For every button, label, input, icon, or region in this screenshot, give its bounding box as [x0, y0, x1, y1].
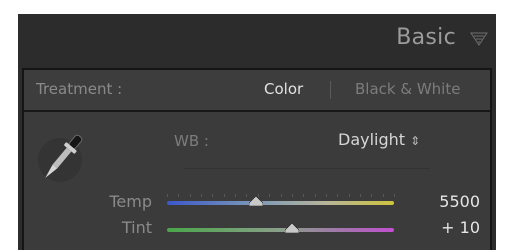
collapse-triangle-icon[interactable]: [470, 32, 488, 46]
temp-scale-tick: [257, 194, 259, 197]
wb-preset-select[interactable]: Daylight ⇕: [338, 130, 420, 149]
temp-value[interactable]: 5500: [420, 192, 480, 211]
wb-label: WB :: [174, 132, 209, 150]
eyedropper-icon[interactable]: [38, 128, 86, 188]
temp-scale-tick: [348, 194, 350, 197]
temp-scale-tick: [212, 194, 214, 197]
temp-scale-tick: [178, 194, 180, 197]
temp-scale-tick: [325, 194, 327, 197]
temp-scale-tick: [314, 194, 316, 197]
temp-scale-tick: [337, 194, 339, 197]
temp-scale-tick: [246, 194, 248, 197]
temp-scale-tick: [201, 194, 203, 197]
temp-scale-tick: [189, 194, 191, 197]
treatment-divider: [330, 81, 331, 99]
temp-scale-tick: [382, 194, 384, 197]
up-down-arrows-icon: ⇕: [410, 134, 421, 148]
temp-scale-tick: [291, 194, 293, 197]
tint-slider-thumb[interactable]: [284, 223, 299, 233]
temp-label: Temp: [109, 192, 152, 211]
temp-scale-tick: [359, 194, 361, 197]
wb-preset-value: Daylight: [338, 130, 406, 149]
temp-slider-thumb[interactable]: [248, 196, 263, 206]
treatment-row: Treatment : Color Black & White: [24, 70, 490, 112]
temp-scale-tick: [371, 194, 373, 197]
tint-value[interactable]: + 10: [420, 218, 480, 237]
temp-scale-tick: [303, 194, 305, 197]
temp-scale-tick: [235, 194, 237, 197]
temp-slider-track[interactable]: [167, 201, 394, 205]
treatment-label: Treatment :: [36, 80, 123, 98]
treatment-color-option[interactable]: Color: [264, 80, 303, 98]
basic-panel-content: Treatment : Color Black & White WB : Day…: [22, 68, 492, 250]
temp-scale-tick: [167, 194, 168, 197]
panel-title: Basic: [396, 25, 456, 50]
temp-scale-tick: [280, 194, 282, 197]
tint-slider-track[interactable]: [167, 228, 394, 232]
basic-panel: Basic Treatment : Color Black & White WB…: [18, 14, 496, 250]
tint-label: Tint: [121, 218, 152, 237]
temp-scale-tick: [223, 194, 225, 197]
temp-scale-tick: [269, 194, 271, 197]
temp-scale-tick: [394, 194, 395, 197]
treatment-black-white-option[interactable]: Black & White: [355, 80, 460, 98]
panel-header[interactable]: Basic: [18, 14, 496, 68]
wb-divider: [184, 168, 430, 169]
